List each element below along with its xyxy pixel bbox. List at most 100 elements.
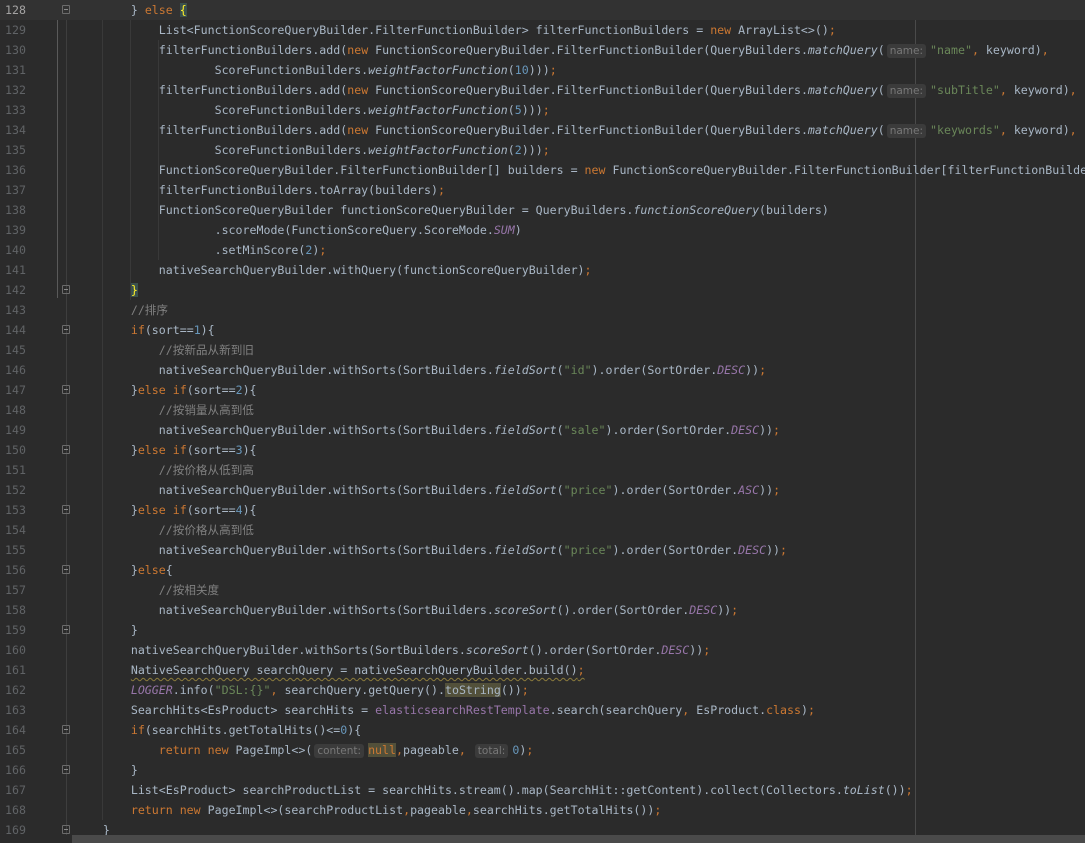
line-number[interactable]: 164: [0, 720, 26, 740]
fold-toggle-icon[interactable]: [62, 445, 70, 454]
line-number[interactable]: 136: [0, 160, 26, 180]
code-line[interactable]: 156 }else{: [0, 560, 1085, 580]
fold-toggle-icon[interactable]: [62, 725, 70, 734]
line-number[interactable]: 162: [0, 680, 26, 700]
code-line[interactable]: 129 List<FunctionScoreQueryBuilder.Filte…: [0, 20, 1085, 40]
line-number[interactable]: 129: [0, 20, 26, 40]
code-line[interactable]: 146 nativeSearchQueryBuilder.withSorts(S…: [0, 360, 1085, 380]
code-line[interactable]: 136 FunctionScoreQueryBuilder.FilterFunc…: [0, 160, 1085, 180]
line-number[interactable]: 141: [0, 260, 26, 280]
scrollbar-thumb[interactable]: [72, 835, 1085, 843]
code-line[interactable]: 131 ScoreFunctionBuilders.weightFactorFu…: [0, 60, 1085, 80]
line-number[interactable]: 137: [0, 180, 26, 200]
line-number[interactable]: 130: [0, 40, 26, 60]
code-line[interactable]: 135 ScoreFunctionBuilders.weightFactorFu…: [0, 140, 1085, 160]
code-line[interactable]: 138 FunctionScoreQueryBuilder functionSc…: [0, 200, 1085, 220]
code-line[interactable]: 148 //按销量从高到低: [0, 400, 1085, 420]
code-line[interactable]: 155 nativeSearchQueryBuilder.withSorts(S…: [0, 540, 1085, 560]
code-line[interactable]: 168 return new PageImpl<>(searchProductL…: [0, 800, 1085, 820]
horizontal-scrollbar[interactable]: [0, 835, 1085, 843]
line-number[interactable]: 161: [0, 660, 26, 680]
line-number[interactable]: 132: [0, 80, 26, 100]
code-line[interactable]: 152 nativeSearchQueryBuilder.withSorts(S…: [0, 480, 1085, 500]
code-line[interactable]: 154 //按价格从高到低: [0, 520, 1085, 540]
code-line[interactable]: 151 //按价格从低到高: [0, 460, 1085, 480]
code-line[interactable]: 134 filterFunctionBuilders.add(new Funct…: [0, 120, 1085, 140]
code-text: ).order(SortOrder.: [605, 423, 732, 437]
code-line[interactable]: 133 ScoreFunctionBuilders.weightFactorFu…: [0, 100, 1085, 120]
code-line[interactable]: 159 }: [0, 620, 1085, 640]
code-line[interactable]: 140 .setMinScore(2);: [0, 240, 1085, 260]
line-number[interactable]: 169: [0, 820, 26, 835]
code-line[interactable]: 163 SearchHits<EsProduct> searchHits = e…: [0, 700, 1085, 720]
code-line[interactable]: 145 //按新品从新到旧: [0, 340, 1085, 360]
code-line[interactable]: 160 nativeSearchQueryBuilder.withSorts(S…: [0, 640, 1085, 660]
line-number[interactable]: 155: [0, 540, 26, 560]
code-line[interactable]: 165 return new PageImpl<>(content: null,p…: [0, 740, 1085, 760]
keyword: if: [130, 323, 145, 337]
code-line[interactable]: 166 }: [0, 760, 1085, 780]
code-line[interactable]: 167 List<EsProduct> searchProductList = …: [0, 780, 1085, 800]
line-number[interactable]: 152: [0, 480, 26, 500]
line-number[interactable]: 157: [0, 580, 26, 600]
code-line[interactable]: 164 if(searchHits.getTotalHits()<=0){: [0, 720, 1085, 740]
line-number[interactable]: 146: [0, 360, 26, 380]
code-line[interactable]: 162 LOGGER.info("DSL:{}", searchQuery.ge…: [0, 680, 1085, 700]
fold-toggle-icon[interactable]: [62, 505, 70, 514]
line-number[interactable]: 167: [0, 780, 26, 800]
code-line[interactable]: 150 }else if(sort==3){: [0, 440, 1085, 460]
line-number[interactable]: 150: [0, 440, 26, 460]
code-line[interactable]: 141 nativeSearchQueryBuilder.withQuery(f…: [0, 260, 1085, 280]
line-number[interactable]: 159: [0, 620, 26, 640]
line-number[interactable]: 135: [0, 140, 26, 160]
line-number[interactable]: 144: [0, 320, 26, 340]
line-number[interactable]: 134: [0, 120, 26, 140]
line-number[interactable]: 147: [0, 380, 26, 400]
code-line[interactable]: 169 }: [0, 820, 1085, 835]
line-number[interactable]: 158: [0, 600, 26, 620]
fold-toggle-icon[interactable]: [62, 625, 70, 634]
line-number[interactable]: 131: [0, 60, 26, 80]
code-line[interactable]: 142 }: [0, 280, 1085, 300]
fold-toggle-icon[interactable]: [62, 385, 70, 394]
line-number[interactable]: 145: [0, 340, 26, 360]
code-line[interactable]: 157 //按相关度: [0, 580, 1085, 600]
code-line[interactable]: 139 .scoreMode(FunctionScoreQuery.ScoreM…: [0, 220, 1085, 240]
code-line[interactable]: 128 } else {: [0, 0, 1085, 20]
line-number[interactable]: 138: [0, 200, 26, 220]
fold-toggle-icon[interactable]: [62, 565, 70, 574]
code-line[interactable]: 143 //排序: [0, 300, 1085, 320]
line-number[interactable]: 139: [0, 220, 26, 240]
line-number[interactable]: 154: [0, 520, 26, 540]
line-number[interactable]: 165: [0, 740, 26, 760]
line-number[interactable]: 133: [0, 100, 26, 120]
line-number[interactable]: 128: [0, 0, 26, 20]
line-number[interactable]: 148: [0, 400, 26, 420]
code-line[interactable]: 130 filterFunctionBuilders.add(new Funct…: [0, 40, 1085, 60]
code-editor[interactable]: 128 } else {129 List<FunctionScoreQueryB…: [0, 0, 1085, 835]
code-line[interactable]: 147 }else if(sort==2){: [0, 380, 1085, 400]
code-line[interactable]: 132 filterFunctionBuilders.add(new Funct…: [0, 80, 1085, 100]
line-number[interactable]: 142: [0, 280, 26, 300]
line-number[interactable]: 153: [0, 500, 26, 520]
line-number[interactable]: 160: [0, 640, 26, 660]
code-line[interactable]: 149 nativeSearchQueryBuilder.withSorts(S…: [0, 420, 1085, 440]
line-number[interactable]: 168: [0, 800, 26, 820]
line-number[interactable]: 166: [0, 760, 26, 780]
code-line[interactable]: 158 nativeSearchQueryBuilder.withSorts(S…: [0, 600, 1085, 620]
code-line[interactable]: 137 filterFunctionBuilders.toArray(build…: [0, 180, 1085, 200]
line-number[interactable]: 149: [0, 420, 26, 440]
fold-toggle-icon[interactable]: [62, 5, 70, 14]
fold-toggle-icon[interactable]: [62, 325, 70, 334]
fold-toggle-icon[interactable]: [62, 765, 70, 774]
code-line[interactable]: 144 if(sort==1){: [0, 320, 1085, 340]
fold-toggle-icon[interactable]: [62, 825, 70, 834]
line-number[interactable]: 143: [0, 300, 26, 320]
line-number[interactable]: 140: [0, 240, 26, 260]
fold-toggle-icon[interactable]: [62, 285, 70, 294]
line-number[interactable]: 163: [0, 700, 26, 720]
code-line[interactable]: 161 NativeSearchQuery searchQuery = nati…: [0, 660, 1085, 680]
code-line[interactable]: 153 }else if(sort==4){: [0, 500, 1085, 520]
line-number[interactable]: 156: [0, 560, 26, 580]
line-number[interactable]: 151: [0, 460, 26, 480]
